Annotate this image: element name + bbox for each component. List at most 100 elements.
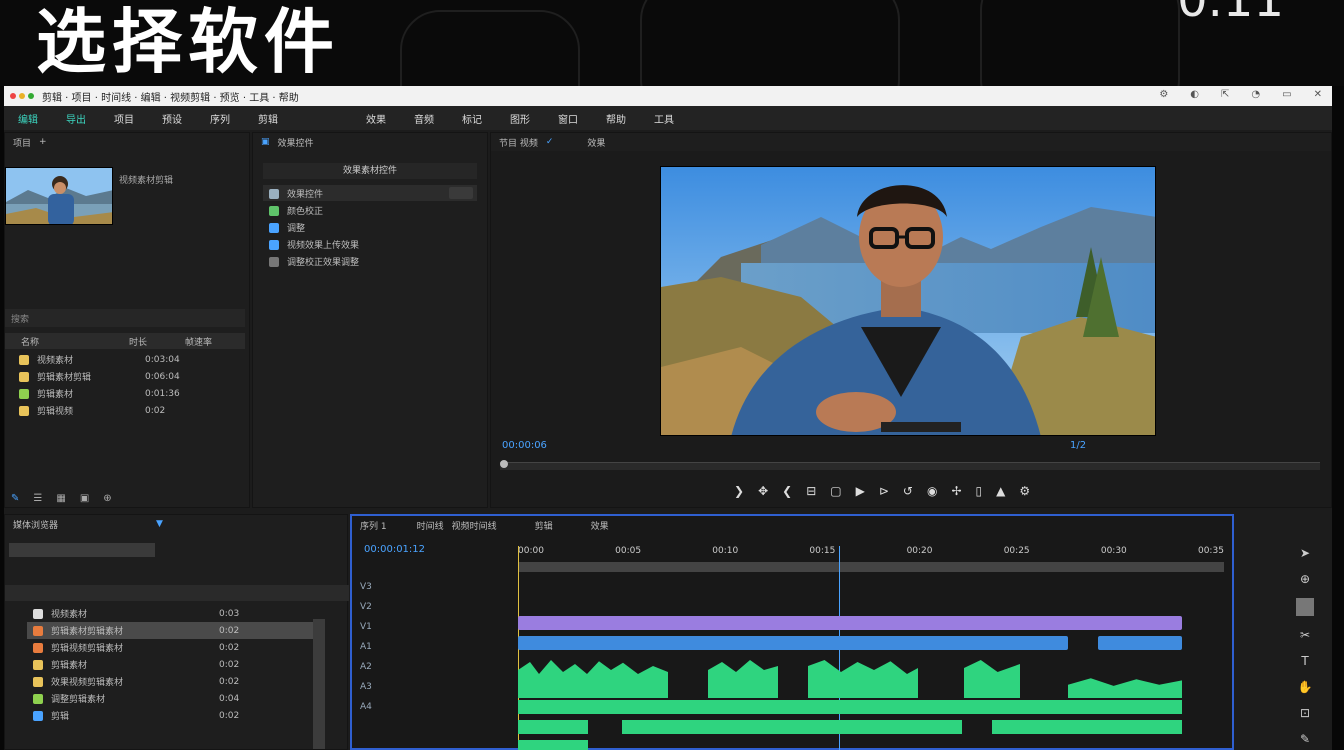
settings-icon[interactable]: ⚙ <box>1159 89 1168 100</box>
video-clip-v2[interactable] <box>518 616 1182 630</box>
restore-icon[interactable]: ▭ <box>1282 89 1291 100</box>
menu-item[interactable]: 帮助 <box>592 111 640 126</box>
program-tab[interactable]: 节目 视频 ✓ 效果 <box>491 133 1331 151</box>
video-clip-v1b[interactable] <box>1098 636 1182 650</box>
audio-clip-a2[interactable] <box>518 700 1182 714</box>
program-timecode[interactable]: 00:00:06 <box>502 440 547 451</box>
list-item[interactable]: 调整校正效果调整 <box>263 253 453 270</box>
menu-item[interactable]: 音频 <box>400 111 448 126</box>
audio-waveform[interactable] <box>964 660 1020 698</box>
zoom-tool-icon[interactable]: ⊡ <box>1300 706 1310 720</box>
video-preview[interactable] <box>660 166 1156 436</box>
clock-icon[interactable]: ◔ <box>1251 89 1260 100</box>
list-item[interactable]: 剪辑素材 0:01:36 <box>13 385 243 402</box>
scrub-bar[interactable] <box>500 460 1320 470</box>
col-name[interactable]: 名称 <box>5 335 129 348</box>
audio-clip-a3[interactable] <box>518 720 588 734</box>
lift-icon[interactable]: ✢ <box>951 484 961 498</box>
menu-item[interactable]: 效果 <box>352 111 400 126</box>
timeline-tab[interactable]: 剪辑 <box>535 519 553 532</box>
zoom-level[interactable]: 1/2 <box>1070 440 1086 451</box>
timeline-tab[interactable]: 视频时间线 <box>452 519 497 532</box>
bin-tab[interactable]: 媒体浏览器 ▼ <box>5 515 347 533</box>
menu-item[interactable]: 剪辑 <box>244 111 292 126</box>
track-label[interactable]: A3 <box>360 682 460 702</box>
ripple-tool-icon[interactable] <box>1296 598 1314 616</box>
list-item[interactable]: 视频效果上传效果 <box>263 236 453 253</box>
arrow-up-icon[interactable]: ▲ <box>996 484 1005 498</box>
work-area-bar[interactable] <box>518 562 1224 572</box>
timeline-tab[interactable]: 时间线 <box>417 519 444 532</box>
expand-icon[interactable]: ⇱ <box>1221 89 1229 100</box>
type-tool-icon[interactable]: T <box>1301 654 1308 668</box>
audio-waveform[interactable] <box>708 660 778 698</box>
list-item[interactable]: 效果视频剪辑素材 0:02 <box>27 673 317 690</box>
theme-icon[interactable]: ◐ <box>1190 89 1199 100</box>
video-clip-v1[interactable] <box>518 636 1068 650</box>
menu-item[interactable]: 项目 <box>100 111 148 126</box>
timeline-timecode[interactable]: 00:00:01:12 <box>364 544 425 555</box>
col-fps[interactable]: 帧速率 <box>185 335 212 348</box>
export-frame-icon[interactable]: ▯ <box>976 484 983 498</box>
stop-icon[interactable]: ▢ <box>830 484 841 498</box>
list-item[interactable]: 调整剪辑素材 0:04 <box>27 690 317 707</box>
timeline-tab[interactable]: 效果 <box>591 519 609 532</box>
grid-view-icon[interactable]: ▦ <box>56 493 65 504</box>
menu-item[interactable]: 标记 <box>448 111 496 126</box>
list-item[interactable]: 剪辑视频 0:02 <box>13 402 243 419</box>
menu-item[interactable]: 编辑 <box>4 111 52 126</box>
razor-tool-icon[interactable]: ✂ <box>1300 628 1310 642</box>
list-item[interactable]: 剪辑素材剪辑 0:06:04 <box>13 368 243 385</box>
track-label[interactable]: V1 <box>360 622 460 642</box>
close-icon[interactable]: ✕ <box>1314 89 1322 100</box>
maximize-dot-icon[interactable] <box>28 93 34 99</box>
wrench-icon[interactable]: ✎ <box>11 493 19 504</box>
search-input[interactable]: 搜索 <box>5 309 245 327</box>
menu-item[interactable]: 窗口 <box>544 111 592 126</box>
list-item[interactable]: 视频素材 0:03:04 <box>13 351 243 368</box>
list-item[interactable]: 视频素材 0:03 <box>27 605 317 622</box>
time-ruler[interactable]: 00:00 00:05 00:10 00:15 00:20 00:25 00:3… <box>518 546 1224 558</box>
filter-icon[interactable]: ▼ <box>156 519 163 529</box>
bin-scrollbar[interactable] <box>313 619 325 749</box>
project-tab[interactable]: 项目 + <box>5 133 249 151</box>
audio-clip-a3[interactable] <box>622 720 962 734</box>
folder-icon[interactable]: ▣ <box>80 493 89 504</box>
bin-search[interactable] <box>9 543 155 557</box>
play-icon[interactable]: ▶ <box>856 484 865 498</box>
program-tab2[interactable]: 效果 <box>587 136 605 149</box>
track-label[interactable]: A2 <box>360 662 460 682</box>
select-tool-icon[interactable]: ➤ <box>1300 546 1310 560</box>
settings-icon[interactable]: ⚙ <box>1019 484 1030 498</box>
camera-icon[interactable]: ◉ <box>927 484 937 498</box>
mark-in-icon[interactable]: ❯ <box>734 484 744 498</box>
list-view-icon[interactable]: ☰ <box>33 493 42 504</box>
menu-item[interactable]: 导出 <box>52 111 100 126</box>
col-duration[interactable]: 时长 <box>129 335 185 348</box>
pen-tool-icon[interactable]: ✎ <box>1300 732 1310 746</box>
audio-waveform[interactable] <box>1068 678 1182 698</box>
loop-icon[interactable]: ↺ <box>903 484 913 498</box>
list-item[interactable]: 调整 <box>263 219 453 236</box>
minimize-dot-icon[interactable] <box>19 93 25 99</box>
mark-out-icon[interactable]: ✥ <box>758 484 768 498</box>
close-dot-icon[interactable] <box>10 93 16 99</box>
menu-item[interactable]: 图形 <box>496 111 544 126</box>
add-icon[interactable]: + <box>39 137 47 147</box>
menu-item[interactable]: 序列 <box>196 111 244 126</box>
sequence-tab[interactable]: 序列 1 <box>360 519 387 532</box>
audio-clip-a4[interactable] <box>518 740 588 750</box>
hand-tool-icon[interactable]: ✋ <box>1298 680 1313 694</box>
playhead-handle[interactable] <box>500 460 508 468</box>
list-item-selected[interactable]: 剪辑素材剪辑素材 0:02 <box>27 622 317 639</box>
menu-item[interactable]: 工具 <box>640 111 688 126</box>
track-label[interactable]: V3 <box>360 582 460 602</box>
track-label[interactable]: A4 <box>360 702 460 722</box>
list-item[interactable]: 剪辑视频剪辑素材 0:02 <box>27 639 317 656</box>
clip-thumbnail[interactable] <box>5 167 113 225</box>
step-back-icon[interactable]: ⊟ <box>806 484 816 498</box>
menu-item[interactable]: 预设 <box>148 111 196 126</box>
step-forward-icon[interactable]: ⊳ <box>879 484 889 498</box>
effects-tab[interactable]: ▣ 效果控件 <box>253 133 487 151</box>
audio-clip-a3[interactable] <box>992 720 1182 734</box>
